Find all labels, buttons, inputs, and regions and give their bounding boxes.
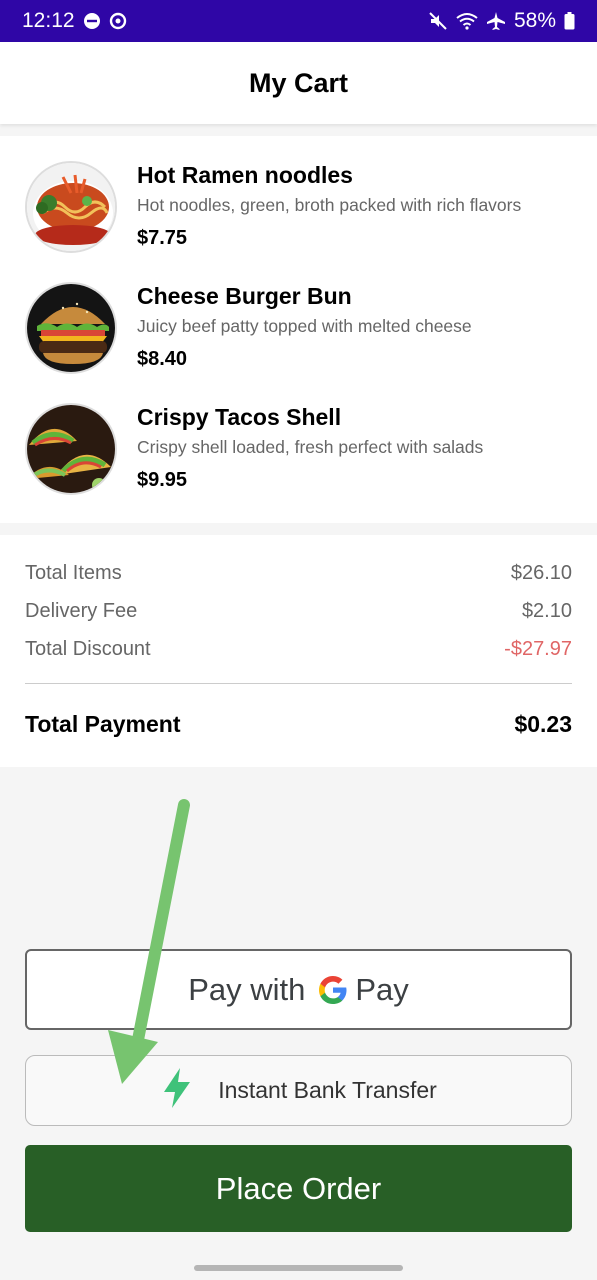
delivery-fee-value: $2.10 bbox=[521, 599, 572, 622]
data-saver-icon bbox=[109, 12, 127, 30]
ramen-image bbox=[25, 161, 117, 253]
place-order-button[interactable]: Place Order bbox=[25, 1145, 572, 1232]
do-not-disturb-icon bbox=[83, 12, 101, 30]
total-discount-label: Total Discount bbox=[25, 637, 151, 660]
total-payment-value: $0.23 bbox=[514, 710, 572, 737]
total-discount-value: -$27.97 bbox=[504, 637, 572, 660]
item-description: Juicy beef patty topped with melted chee… bbox=[137, 316, 472, 336]
place-order-label: Place Order bbox=[215, 1170, 382, 1206]
google-pay-button[interactable]: Pay with Pay bbox=[25, 949, 572, 1030]
app-header: My Cart bbox=[0, 42, 597, 124]
google-g-icon bbox=[319, 975, 347, 1004]
gpay-pay-text: Pay bbox=[355, 971, 409, 1007]
cart-list: Hot Ramen noodles Hot noodles, green, br… bbox=[0, 136, 597, 523]
item-name: Crispy Tacos Shell bbox=[137, 404, 342, 430]
cart-item[interactable]: Crispy Tacos Shell Crispy shell loaded, … bbox=[0, 402, 597, 523]
item-name: Hot Ramen noodles bbox=[137, 162, 353, 188]
cart-item[interactable]: Cheese Burger Bun Juicy beef patty toppe… bbox=[0, 281, 597, 402]
item-description: Crispy shell loaded, fresh perfect with … bbox=[137, 437, 484, 457]
item-price: $7.75 bbox=[137, 227, 188, 249]
battery-percent: 58% bbox=[513, 9, 556, 32]
delivery-fee-row: Delivery Fee $2.10 bbox=[25, 592, 572, 630]
total-payment-row: Total Payment $0.23 bbox=[25, 684, 572, 764]
order-summary: Total Items $26.10 Delivery Fee $2.10 To… bbox=[0, 535, 597, 767]
item-description: Hot noodles, green, broth packed with ri… bbox=[137, 195, 522, 215]
item-price: $9.95 bbox=[137, 469, 188, 491]
item-price: $8.40 bbox=[137, 348, 188, 370]
instant-bank-transfer-button[interactable]: Instant Bank Transfer bbox=[25, 1055, 572, 1126]
google-pay-logo: Pay bbox=[317, 971, 409, 1008]
delivery-fee-label: Delivery Fee bbox=[25, 599, 138, 622]
burger-image bbox=[25, 282, 117, 374]
total-items-label: Total Items bbox=[25, 561, 122, 584]
tacos-image bbox=[25, 403, 117, 495]
home-indicator[interactable] bbox=[194, 1265, 403, 1271]
cart-item[interactable]: Hot Ramen noodles Hot noodles, green, br… bbox=[0, 160, 597, 281]
battery-icon bbox=[564, 12, 575, 30]
airplane-icon bbox=[486, 11, 506, 31]
total-items-value: $26.10 bbox=[510, 561, 572, 584]
status-bar: 12:12 58% bbox=[0, 0, 597, 42]
bank-transfer-label: Instant Bank Transfer bbox=[218, 1077, 437, 1103]
total-items-row: Total Items $26.10 bbox=[25, 554, 572, 592]
item-name: Cheese Burger Bun bbox=[137, 283, 352, 309]
lightning-bolt-icon bbox=[160, 1067, 194, 1114]
status-time: 12:12 bbox=[22, 9, 75, 32]
total-discount-row: Total Discount -$27.97 bbox=[25, 630, 572, 668]
gpay-prefix: Pay with bbox=[188, 971, 306, 1007]
page-title: My Cart bbox=[248, 67, 349, 98]
mute-icon bbox=[428, 11, 448, 31]
total-payment-label: Total Payment bbox=[25, 710, 181, 737]
wifi-icon bbox=[456, 12, 478, 30]
